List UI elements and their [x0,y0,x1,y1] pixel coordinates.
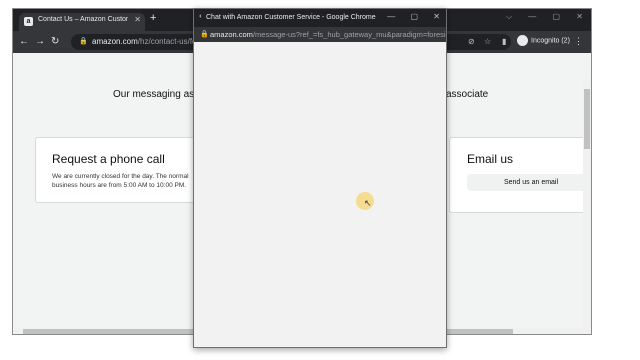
new-tab-button[interactable]: + [150,12,156,24]
tab-contact-us[interactable]: a Contact Us – Amazon Customer S ✕ [19,13,145,31]
popup-address-bar: 🔒 amazon.com/message-us?ref_=fs_hub_gate… [194,27,446,42]
popup-maximize-button[interactable]: ▢ [411,12,419,21]
email-card-title: Email us [467,152,514,166]
close-window-button[interactable]: ✕ [576,12,583,21]
minimize-button[interactable]: — [528,12,536,21]
popup-close-button[interactable]: ✕ [433,12,440,21]
tab-search-icon[interactable]: ⌵ [506,12,512,21]
menu-icon[interactable]: ⋮ [574,36,583,47]
popup-title: Chat with Amazon Customer Service - Goog… [206,14,376,21]
chat-popup-window: ◖ Chat with Amazon Customer Service - Go… [193,8,447,348]
back-button[interactable]: ← [19,36,29,47]
eye-off-icon[interactable]: ⊘ [468,37,475,46]
popup-url: amazon.com/message-us?ref_=fs_hub_gatewa… [210,30,447,39]
popup-title-bar: ◖ Chat with Amazon Customer Service - Go… [194,9,446,27]
chat-loading-area: ↖ [194,42,446,347]
vertical-scrollbar[interactable] [583,79,591,334]
desktop: a Contact Us – Amazon Customer S ✕ + ⌵ —… [0,0,640,360]
popup-minimize-button[interactable]: — [387,12,395,21]
window-controls: ⌵ — ▢ ✕ [492,12,583,22]
phone-call-card: Request a phone call We are currently cl… [35,137,205,203]
email-card: Email us Send us an email [449,137,591,213]
bookmark-star-icon[interactable]: ☆ [484,37,491,46]
profile-label: Incognito (2) [531,37,570,45]
popup-url-path: /message-us?ref_=fs_hub_gateway_mu&parad… [252,30,447,39]
tab-title: Contact Us – Amazon Customer S [38,16,128,23]
tab-close-icon[interactable]: ✕ [134,15,141,24]
profile-button[interactable]: Incognito (2) [517,35,570,46]
chrome-app-icon: ◖ [198,13,203,20]
vertical-scroll-thumb[interactable] [584,89,590,149]
reload-button[interactable]: ↻ [51,36,59,47]
lock-icon: 🔒 [79,38,88,45]
phone-card-title: Request a phone call [52,152,165,166]
messaging-text-right: associate [446,89,489,100]
maximize-button[interactable]: ▢ [553,12,561,21]
side-panel-icon[interactable]: ▮ [502,37,506,46]
incognito-avatar-icon [517,35,528,46]
amazon-favicon-icon: a [24,17,33,26]
popup-lock-icon: 🔒 [200,31,209,38]
forward-button[interactable]: → [35,36,45,47]
send-email-button[interactable]: Send us an email [467,174,591,191]
popup-url-host: amazon.com [210,30,253,39]
phone-card-body: We are currently closed for the day. The… [52,173,189,189]
popup-window-controls: — ▢ ✕ [374,12,440,21]
url-host: amazon.com [92,37,138,46]
mouse-cursor-icon: ↖ [364,198,372,208]
